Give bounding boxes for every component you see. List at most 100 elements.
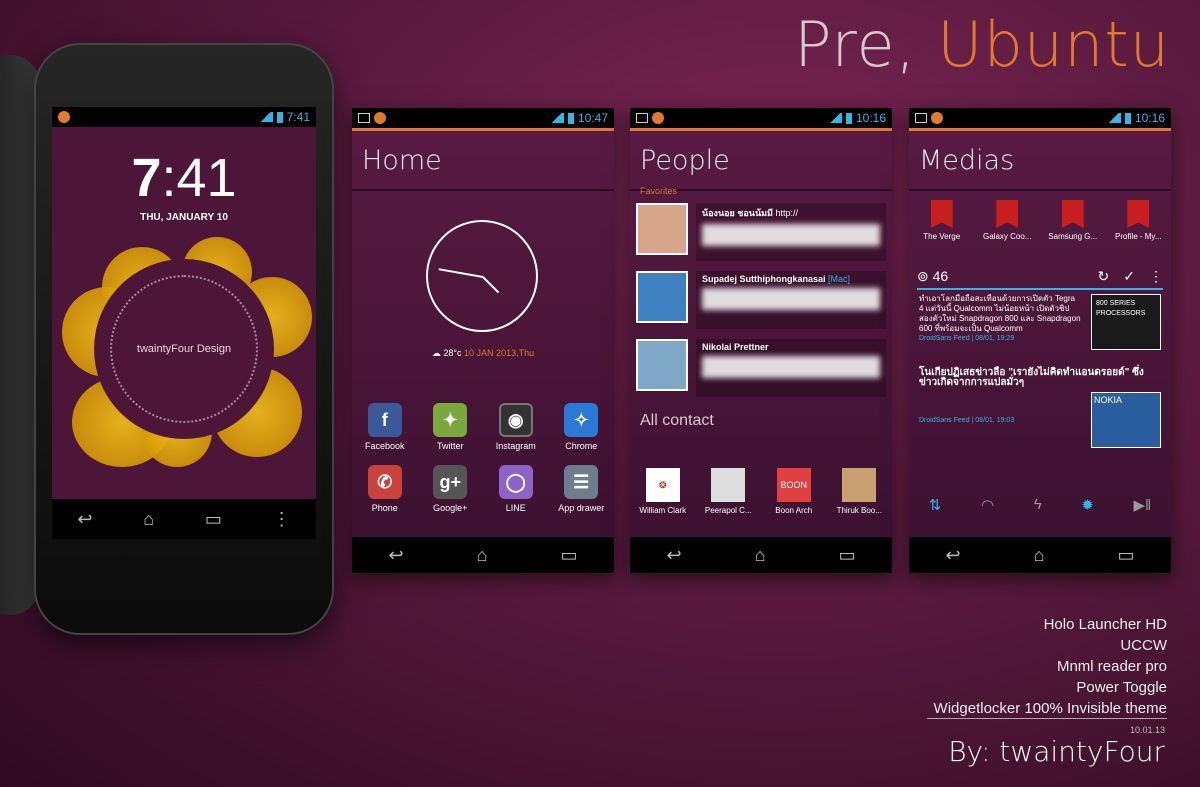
contact-item[interactable]: Peerapol C...: [698, 468, 758, 515]
check-icon[interactable]: ✓: [1123, 268, 1135, 285]
news-thumbnail: NOKIA: [1091, 392, 1161, 448]
app-drawer[interactable]: ☰ App drawer: [549, 465, 615, 513]
nav-bar: ↩ ⌂ ▭: [630, 537, 892, 573]
bookmark-icon: [996, 200, 1019, 228]
wifi-toggle-icon[interactable]: ◠: [981, 496, 994, 514]
image-notification-icon: [636, 113, 648, 123]
back-icon[interactable]: ↩: [77, 509, 92, 530]
person-card[interactable]: Nikolai Prettner: [636, 339, 886, 397]
feed-apps: The Verge Galaxy Coo... Samsung G... Pro…: [909, 200, 1171, 241]
app-grid: f Facebook ✦ Twitter ◉ Instagram ✧ Chrome ✆ P…: [352, 403, 614, 513]
lock-clock: 7:41: [131, 148, 237, 208]
home-icon[interactable]: ⌂: [755, 545, 766, 566]
avatar: [842, 468, 877, 502]
app-drawer-icon: ☰: [564, 465, 599, 499]
feed-item[interactable]: Galaxy Coo...: [977, 200, 1037, 241]
refresh-icon[interactable]: ↻: [1098, 268, 1110, 285]
battery-icon: [276, 111, 283, 123]
status-bar: 10:16: [909, 108, 1171, 128]
flash-toggle-icon[interactable]: ϟ: [1034, 496, 1042, 514]
recents-icon[interactable]: ▭: [205, 509, 222, 530]
signal-icon: [549, 113, 564, 123]
people-screen: 10:16 People Favorites น้องนอย ชอนน้มมี …: [630, 108, 892, 573]
app-googleplus[interactable]: g+ Google+: [418, 465, 484, 513]
avatar: [636, 203, 688, 255]
home-icon[interactable]: ⌂: [477, 545, 488, 566]
cloud-icon: ☁: [431, 348, 441, 358]
overflow-icon[interactable]: ⋮: [1149, 268, 1163, 285]
rss-icon: ⊚: [917, 268, 929, 284]
bookmark-icon: [1127, 200, 1150, 228]
status-bar: 10:16: [630, 108, 892, 128]
status-bar: 10:47: [352, 108, 614, 128]
battery-icon: [567, 112, 574, 124]
bookmark-icon: [1061, 200, 1084, 228]
image-notification-icon: [358, 113, 370, 123]
title-word-pre: Pre,: [794, 8, 917, 81]
favorites-label: Favorites: [640, 186, 678, 196]
back-icon[interactable]: ↩: [667, 545, 682, 566]
weather-widget[interactable]: ☁ 28°c 10 JAN 2013,Thu: [352, 348, 614, 359]
battery-icon: [845, 112, 852, 124]
news-item[interactable]: ทำเอาโลกมือถือสะเทือนด้วยการเปิดตัว Tegr…: [919, 294, 1161, 352]
status-time: 7:41: [286, 110, 310, 124]
app-line[interactable]: ◯ LINE: [483, 465, 549, 513]
status-time: 10:47: [577, 111, 608, 125]
lock-date: THU, JANUARY 10: [140, 212, 228, 223]
avatar: [636, 339, 688, 391]
back-icon[interactable]: ↩: [946, 545, 961, 566]
instagram-icon: ◉: [498, 403, 533, 437]
app-chrome[interactable]: ✧ Chrome: [549, 403, 615, 451]
hour-hand: [482, 276, 500, 294]
news-item[interactable]: โนเกียปฏิเสธข่าวลือ "เรายังไม่คิดทำแอนดร…: [919, 368, 1161, 448]
data-toggle-icon[interactable]: ⇅: [929, 496, 942, 514]
recents-icon[interactable]: ▭: [838, 545, 855, 566]
recents-icon[interactable]: ▭: [1117, 545, 1134, 566]
analog-clock[interactable]: [426, 220, 538, 332]
title-word-ubuntu: Ubuntu: [937, 8, 1170, 81]
feed-item[interactable]: The Verge: [912, 200, 972, 241]
app-facebook[interactable]: f Facebook: [352, 403, 418, 451]
temperature: 28°c: [443, 348, 462, 358]
avatar: [636, 271, 688, 323]
signal-icon: [827, 113, 842, 123]
play-pause-icon[interactable]: ▶‖: [1133, 496, 1151, 514]
contact-item[interactable]: BOON Boon Arch: [764, 468, 824, 515]
rss-count: 46: [932, 268, 949, 284]
feed-item[interactable]: Samsung G...: [1043, 200, 1103, 241]
avatar: ❂: [645, 468, 680, 502]
nav-bar: ↩ ⌂ ▭: [352, 537, 614, 573]
ubuntu-notification-icon: [931, 112, 943, 124]
app-twitter[interactable]: ✦ Twitter: [418, 403, 484, 451]
home-icon[interactable]: ⌂: [1034, 545, 1045, 566]
googleplus-icon: g+: [433, 465, 468, 499]
avatar: [711, 468, 746, 502]
sync-toggle-icon[interactable]: ✹: [1081, 496, 1094, 514]
credits-list: Holo Launcher HD UCCW Mnml reader pro Po…: [933, 616, 1167, 717]
home-icon[interactable]: ⌂: [143, 509, 154, 530]
weather-date: 10 JAN 2013,Thu: [464, 348, 535, 358]
all-contact-label[interactable]: All contact: [640, 412, 714, 430]
person-card[interactable]: Supadej Sutthiphongkanasai [Mac]: [636, 271, 886, 329]
contact-item[interactable]: ❂ William Clark: [633, 468, 693, 515]
divider: [927, 718, 1167, 719]
feed-item[interactable]: Profile - My...: [1108, 200, 1168, 241]
app-phone[interactable]: ✆ Phone: [352, 465, 418, 513]
ubuntu-notification-icon: [58, 111, 70, 123]
ubuntu-notification-icon: [652, 112, 664, 124]
contact-item[interactable]: Thiruk Boo...: [829, 468, 889, 515]
medias-screen: 10:16 Medias The Verge Galaxy Coo... Sam…: [909, 108, 1171, 573]
app-instagram[interactable]: ◉ Instagram: [483, 403, 549, 451]
page-title: Pre, Ubuntu: [794, 8, 1170, 81]
person-card[interactable]: น้องนอย ชอนน้มมี http://: [636, 203, 886, 261]
signal-icon: [1106, 113, 1121, 123]
screen-title: People: [630, 131, 892, 191]
avatar: BOON: [776, 468, 811, 502]
recents-icon[interactable]: ▭: [560, 545, 577, 566]
back-icon[interactable]: ↩: [389, 545, 404, 566]
menu-icon[interactable]: ⋮: [273, 509, 291, 530]
contact-list: ❂ William Clark Peerapol C... BOON Boon Ar…: [630, 468, 892, 515]
bookmark-icon: [930, 200, 953, 228]
nav-bar: ↩ ⌂ ▭: [909, 537, 1171, 573]
lockscreen: 7:41 7:41 THU, JANUARY 10 twaintyFour De…: [52, 107, 316, 539]
